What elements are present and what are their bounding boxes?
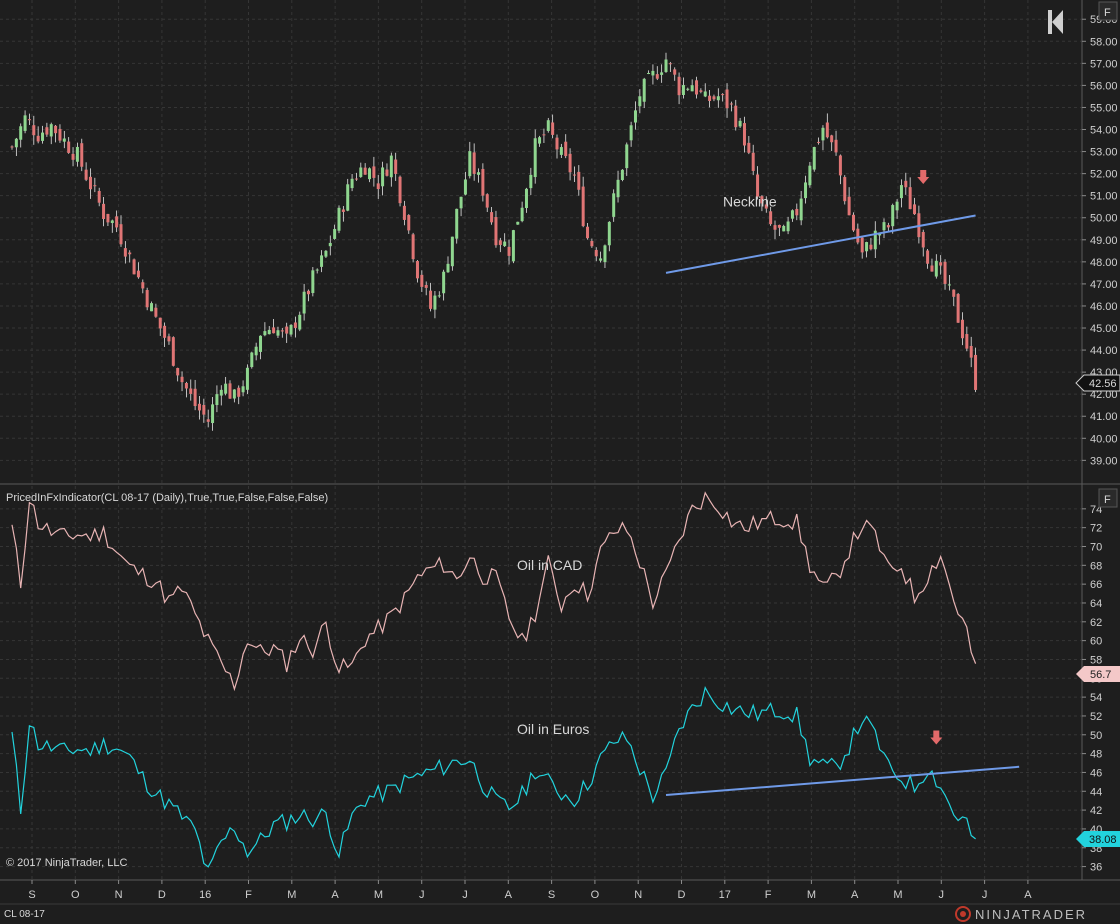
candle [516,221,520,225]
indicator-tick-label: 42 [1090,805,1102,817]
euro-last-value-marker: 38.08 [1076,831,1120,847]
candle [808,161,812,188]
time-tick-label: D [158,889,166,901]
time-tick-label: M [893,889,902,901]
time-tick-label: M [374,889,383,901]
time-tick-label: O [591,889,600,901]
candle [450,236,454,271]
candle [145,287,149,311]
candle [455,208,459,244]
candle [812,146,816,172]
candle [511,229,515,264]
indicator-tick-label: 58 [1090,654,1102,666]
time-tick-label: M [807,889,816,901]
time-tick-label: O [71,889,80,901]
price-tick-label: 44.00 [1090,345,1118,357]
indicator-label: PricedInFxIndicator(CL 08-17 (Daily),Tru… [6,492,328,504]
price-last-value: 42.56 [1089,378,1117,390]
price-tick-label: 58.00 [1090,36,1118,48]
indicator-tick-label: 68 [1090,560,1102,572]
price-tick-label: 56.00 [1090,80,1118,92]
candle [411,232,415,263]
time-tick-label: N [115,889,123,901]
time-tick-label: N [634,889,642,901]
oil-in-cad-annotation: Oil in CAD [517,557,582,573]
candle [851,212,855,232]
panel-toggle-button-top[interactable]: F [1098,1,1118,21]
candle [80,138,84,172]
neckline-annotation: Neckline [723,194,777,210]
time-tick-label: S [548,889,555,901]
candle [171,336,175,367]
price-tick-label: 47.00 [1090,279,1118,291]
indicator-tick-label: 70 [1090,541,1102,553]
time-tick-label: M [287,889,296,901]
indicator-tick-label: 52 [1090,711,1102,723]
euro-last-value: 38.08 [1089,834,1117,846]
candle [398,175,402,207]
candle [245,364,249,394]
time-tick-label: J [419,889,425,901]
time-tick-label: A [331,889,339,901]
indicator-tick-label: 64 [1090,598,1102,610]
candle [250,351,254,369]
price-tick-label: 54.00 [1090,125,1118,137]
price-tick-label: 48.00 [1090,257,1118,269]
oil-in-euros-annotation: Oil in Euros [517,721,589,737]
price-last-value-marker: 42.56 [1075,374,1120,392]
panel-toggle-label-bottom[interactable]: F [1104,494,1111,506]
indicator-tick-label: 72 [1090,523,1102,535]
cad-last-value-marker: 56.7 [1076,666,1120,682]
candle [620,169,624,182]
candle [337,205,341,234]
candle [132,258,136,275]
brand-wordmark: NINJATRADER [975,907,1087,922]
cad-last-value: 56.7 [1090,669,1111,681]
instrument-tab[interactable]: CL 08-17 [4,909,45,920]
price-tick-label: 55.00 [1090,102,1118,114]
price-tick-label: 39.00 [1090,455,1118,467]
price-tick-label: 57.00 [1090,58,1118,70]
time-tick-label: 17 [719,889,731,901]
indicator-tick-label: 46 [1090,767,1102,779]
price-tick-label: 50.00 [1090,213,1118,225]
price-tick-label: 41.00 [1090,411,1118,423]
indicator-tick-label: 62 [1090,617,1102,629]
candle [843,175,847,205]
price-tick-label: 52.00 [1090,169,1118,181]
copyright-text: © 2017 NinjaTrader, LLC [6,857,127,869]
price-tick-label: 46.00 [1090,301,1118,313]
price-tick-label: 49.00 [1090,235,1118,247]
chart-canvas: Neckline 39.0040.0041.0042.0043.0044.004… [0,0,1120,924]
time-tick-label: A [505,889,513,901]
indicator-tick-label: 60 [1090,636,1102,648]
time-tick-label: S [28,889,35,901]
time-tick-label: J [939,889,945,901]
chart-background [0,0,1120,924]
indicator-tick-label: 48 [1090,749,1102,761]
panel-toggle-label-top[interactable]: F [1104,7,1111,19]
candle [956,292,960,323]
time-tick-label: J [982,889,988,901]
indicator-tick-label: 66 [1090,579,1102,591]
time-tick-label: D [678,889,686,901]
ninjatrader-logo: NINJATRADER [955,906,1087,922]
indicator-tick-label: 36 [1090,862,1102,874]
time-tick-label: J [462,889,468,901]
candle [311,267,315,297]
panel-toggle-button-bottom[interactable]: F [1098,488,1118,508]
indicator-tick-label: 44 [1090,786,1102,798]
time-tick-label: A [851,889,859,901]
price-tick-label: 40.00 [1090,433,1118,445]
time-tick-label: F [765,889,772,901]
time-tick-label: A [1024,889,1032,901]
indicator-tick-label: 54 [1090,692,1102,704]
price-tick-label: 45.00 [1090,323,1118,335]
indicator-tick-label: 50 [1090,730,1102,742]
price-tick-label: 51.00 [1090,191,1118,203]
price-tick-label: 53.00 [1090,147,1118,159]
time-tick-label: 16 [199,889,211,901]
time-tick-label: F [245,889,252,901]
